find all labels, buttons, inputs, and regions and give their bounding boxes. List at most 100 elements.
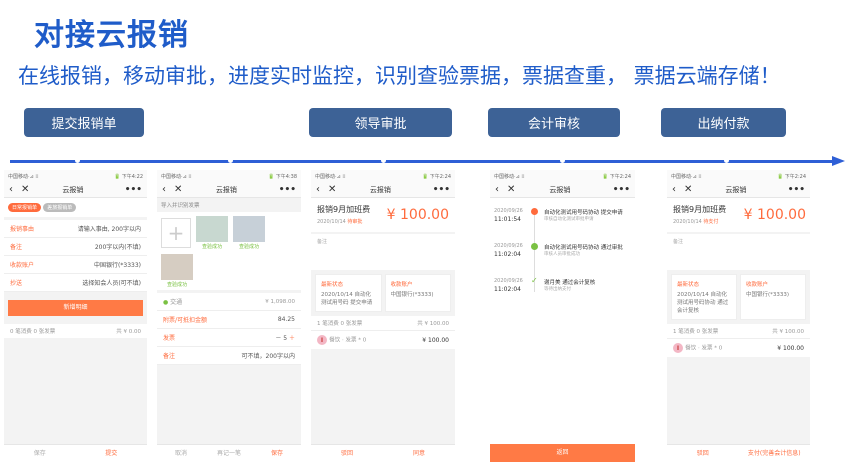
invoice-qty-row: 发票－ 5 ＋ <box>157 329 301 347</box>
back-icon[interactable]: ‹ <box>9 184 21 195</box>
reject-button[interactable]: 驳回 <box>311 445 383 462</box>
cancel-button[interactable]: 取消 <box>157 445 205 462</box>
step-submit: 提交报销单 <box>24 108 144 137</box>
timeline-dot <box>381 158 386 163</box>
close-icon[interactable]: ✕ <box>684 184 696 195</box>
timeline-dot <box>560 158 565 163</box>
plus-button[interactable]: ＋ <box>287 335 295 342</box>
page-title: 对接云报销 <box>34 18 189 53</box>
slide: 对接云报销 在线报销，移动审批，进度实时监控，识别查验票据，票据查重， 票据云端… <box>0 0 860 466</box>
account-box: 收款账户 中国银行(*3333) <box>740 274 806 320</box>
remark-field: 备注 <box>311 234 455 270</box>
nav-bar: ‹ ✕ 云报销 ••• <box>311 182 455 198</box>
save-button[interactable]: 保存 <box>253 445 301 462</box>
phone-cashier-pay: 中国移动·⊿ ⁞⁞ 🔋 下午2:24 ‹ ✕ 云报销 ••• 报销9月加班费 2020/… <box>667 170 810 462</box>
form-row[interactable]: 备注 200字以内(不填) <box>4 238 147 256</box>
account-box: 收款账户 中国银行(*3333) <box>384 274 451 312</box>
status-bar: 中国移动·⊿ ⁞⁞ 🔋 下午4:38 <box>157 170 301 182</box>
invoice-thumb[interactable] <box>196 216 228 242</box>
invoice-thumb[interactable] <box>233 216 265 242</box>
nav-bar: ‹ ✕ 云报销 ••• <box>667 182 810 198</box>
close-icon[interactable]: ✕ <box>507 184 519 195</box>
step-leader-approve: 领导审批 <box>309 108 452 137</box>
claim-amount: ¥ 100.00 <box>743 207 806 223</box>
deduct-row: 附票/可抵扣金额 84.25 <box>157 311 301 329</box>
summary-row: 0 笔消费 0 张发票共 ¥ 0.00 <box>4 324 147 338</box>
status-bar: 中国移动·⊿ ⁞⁞ 🔋 下午2:24 <box>311 170 455 182</box>
invoice-grid: + 查验成功 查验成功 查验成功 <box>157 212 301 290</box>
page-subtitle: 在线报销，移动审批，进度实时监控，识别查验票据，票据查重， 票据云端存储！ <box>18 64 781 88</box>
verify-ok-label: 查验成功 <box>202 244 223 250</box>
add-detail-button[interactable]: 新增明细 <box>8 300 143 316</box>
status-badge: 待审批 <box>347 219 363 225</box>
claim-amount: ¥ 100.00 <box>386 207 449 223</box>
form-row[interactable]: 收款账户 中国银行(*3333) <box>4 256 147 274</box>
info-boxes: 最新状态 2020/10/14 自动化测试用号码协动 通过会计复核 收款账户 中国银… <box>667 270 810 324</box>
invoice-thumb[interactable] <box>161 254 193 280</box>
info-boxes: 最新状态 2020/10/14 自动化测试用号码 提交申请 收款账户 中国银行(*3… <box>311 270 455 316</box>
add-invoice-icon[interactable]: + <box>161 218 191 248</box>
bottom-bar: 保存 提交 <box>4 444 147 462</box>
status-bar: 中国移动·⊿ ⁞⁞ 🔋 下午4:22 <box>4 170 147 182</box>
step-cashier-pay: 出纳付款 <box>661 108 786 137</box>
nav-bar: ‹ ✕ 云报销 ••• <box>4 182 147 198</box>
phone-submit-form: 中国移动·⊿ ⁞⁞ 🔋 下午4:22 ‹ ✕ 云报销 ••• 日常报销单 差旅报销单 报… <box>4 170 147 462</box>
bottom-bar: 驳回 同意 <box>311 444 455 462</box>
verify-ok-label: 查验成功 <box>239 244 260 250</box>
nav-bar: ‹ ✕ 云报销 ••• <box>490 182 635 198</box>
back-icon[interactable]: ‹ <box>162 184 174 195</box>
more-icon[interactable]: ••• <box>788 185 805 195</box>
expense-type-row[interactable]: ● 交通 ¥ 1,098.00 <box>157 293 301 311</box>
meal-icon: Ⅱ <box>673 343 683 353</box>
back-icon[interactable]: ‹ <box>495 184 507 195</box>
agree-button[interactable]: 同意 <box>383 445 455 462</box>
close-icon[interactable]: ✕ <box>21 184 33 195</box>
reject-button[interactable]: 驳回 <box>667 445 739 462</box>
expense-item[interactable]: Ⅱ 餐饮 · 发票 * 0 ¥ 100.00 <box>311 330 455 349</box>
more-icon[interactable]: ••• <box>433 185 450 195</box>
status-bar: 中国移动·⊿ ⁞⁞ 🔋 下午2:24 <box>490 170 635 182</box>
latest-status-box: 最新状态 2020/10/14 自动化测试用号码 提交申请 <box>315 274 382 312</box>
claim-header: 报销9月加班费 2020/10/14 待支付 ¥ 100.00 <box>667 198 810 232</box>
back-icon[interactable]: ‹ <box>672 184 684 195</box>
claim-header: 报销9月加班费 2020/10/14 待审批 ¥ 100.00 <box>311 198 455 232</box>
import-header: 导入并识别发票 <box>157 198 301 212</box>
back-icon[interactable]: ‹ <box>316 184 328 195</box>
latest-status-box: 最新状态 2020/10/14 自动化测试用号码协动 通过会计复核 <box>671 274 737 320</box>
more-icon[interactable]: ••• <box>279 185 296 195</box>
tab-travel[interactable]: 差旅报销单 <box>43 203 77 212</box>
submit-button[interactable]: 提交 <box>76 445 148 462</box>
timeline-line <box>10 160 838 163</box>
expense-item[interactable]: Ⅱ 餐饮 · 发票 * 0 ¥ 100.00 <box>667 338 810 357</box>
back-button[interactable]: 返回 <box>490 444 635 462</box>
record-again-button[interactable]: 再记一笔 <box>205 445 253 462</box>
more-icon[interactable]: ••• <box>125 185 142 195</box>
phone-progress: 中国移动·⊿ ⁞⁞ 🔋 下午2:24 ‹ ✕ 云报销 ••• 2020/09/26 11… <box>490 170 635 462</box>
remark-row[interactable]: 备注 可不填，200字以内 <box>157 347 301 365</box>
phone-invoice-entry: 中国移动·⊿ ⁞⁞ 🔋 下午4:38 ‹ ✕ 云报销 ••• 导入并识别发票 + 查验成… <box>157 170 301 462</box>
bottom-bar: 取消 再记一笔 保存 <box>157 444 301 462</box>
form-row[interactable]: 抄送 选择知会人员(可不填) <box>4 274 147 292</box>
form-row[interactable]: 报销事由 请输入事由, 200字以内 <box>4 220 147 238</box>
step-dot-icon <box>531 208 538 215</box>
check-icon: ✓ <box>531 276 538 285</box>
summary-row: 1 笔消费 0 张发票共 ¥ 100.00 <box>311 316 455 330</box>
timeline-dot <box>228 158 233 163</box>
timeline-dot <box>724 158 729 163</box>
close-icon[interactable]: ✕ <box>174 184 186 195</box>
step-accountant-review: 会计审核 <box>488 108 620 137</box>
progress-timeline: 2020/09/26 11:01:54 自动化测试用号码协动 提交申请 审核自动… <box>494 208 623 293</box>
more-icon[interactable]: ••• <box>613 185 630 195</box>
timeline-dot <box>75 158 80 163</box>
meal-icon: Ⅱ <box>317 335 327 345</box>
close-icon[interactable]: ✕ <box>328 184 340 195</box>
bottom-bar: 驳回 支付(完善会计信息) <box>667 444 810 462</box>
tab-daily[interactable]: 日常报销单 <box>8 203 42 212</box>
nav-bar: ‹ ✕ 云报销 ••• <box>157 182 301 198</box>
summary-row: 1 笔消费 0 张发票共 ¥ 100.00 <box>667 324 810 338</box>
pay-button[interactable]: 支付(完善会计信息) <box>739 445 811 462</box>
timeline-arrow-icon <box>832 156 845 166</box>
save-button[interactable]: 保存 <box>4 445 76 462</box>
verify-ok-label: 查验成功 <box>167 282 188 288</box>
status-badge: 待支付 <box>703 219 719 225</box>
